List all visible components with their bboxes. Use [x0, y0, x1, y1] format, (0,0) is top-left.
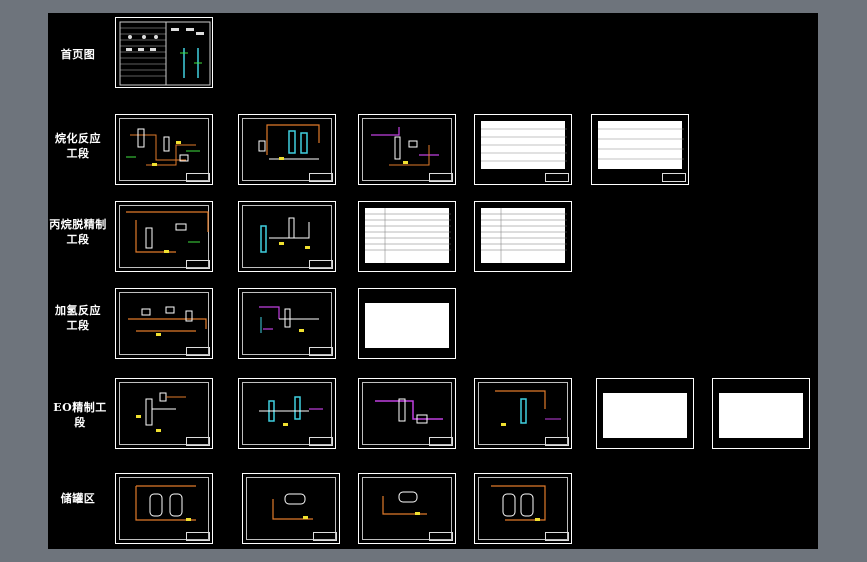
- drawing-sheet-alkylation-table-1[interactable]: [474, 114, 572, 185]
- drawing-sheet-tank-4[interactable]: [474, 473, 572, 544]
- drawing-canvas[interactable]: 首页图 烷化反应 工段 丙烷脱精制 工段 加氢反应 工段 EO精制工段 储罐区: [48, 13, 818, 549]
- drawing-sheet-eo-table-2[interactable]: [712, 378, 810, 449]
- drawing-sheet-hydrogenation-2[interactable]: [238, 288, 336, 359]
- drawing-sheet-eo-4[interactable]: [474, 378, 572, 449]
- drawing-sheet-alkylation-2[interactable]: [238, 114, 336, 185]
- row-label-propane-refining: 丙烷脱精制 工段: [49, 218, 107, 246]
- drawing-sheet-alkylation-3[interactable]: [358, 114, 456, 185]
- cover-sheet-graphic: [119, 21, 211, 86]
- pfd-graphic: [260, 217, 310, 253]
- row-label-cover: 首页图: [60, 48, 96, 61]
- drawing-sheet-alkylation-table-2[interactable]: [591, 114, 689, 185]
- pfd-graphic: [272, 493, 313, 520]
- drawing-sheet-propane-table-1[interactable]: [358, 201, 456, 272]
- row-label-hydrogenation: 加氢反应 工段: [55, 304, 101, 332]
- table-graphic: [481, 208, 567, 263]
- drawing-sheet-eo-1[interactable]: [115, 378, 213, 449]
- pfd-graphic: [136, 392, 186, 432]
- pfd-graphic: [126, 211, 209, 253]
- pfd-graphic: [128, 306, 207, 336]
- row-label-tank-farm: 储罐区: [60, 492, 96, 505]
- drawing-sheet-propane-1[interactable]: [115, 201, 213, 272]
- drawing-sheet-hydrogenation-1[interactable]: [115, 288, 213, 359]
- pfd-graphic: [371, 127, 439, 166]
- drawing-sheet-tank-1[interactable]: [115, 473, 213, 544]
- drawing-sheet-propane-table-2[interactable]: [474, 201, 572, 272]
- table-graphic: [365, 208, 451, 263]
- drawing-sheet-tank-3[interactable]: [358, 473, 456, 544]
- drawing-sheet-eo-2[interactable]: [238, 378, 336, 449]
- row-label-alkylation: 烷化反应 工段: [55, 132, 101, 160]
- pfd-graphic: [382, 491, 427, 515]
- row-label-eo-refining: EO精制工段: [53, 401, 107, 429]
- pfd-graphic: [491, 485, 546, 521]
- pfd-graphic: [259, 306, 319, 333]
- pfd-graphic: [126, 128, 200, 166]
- drawing-sheet-eo-table-1[interactable]: [596, 378, 694, 449]
- drawing-sheet-cover[interactable]: [115, 17, 213, 88]
- drawing-sheet-tank-2[interactable]: [242, 473, 340, 544]
- drawing-sheet-eo-3[interactable]: [358, 378, 456, 449]
- drawing-sheet-alkylation-1[interactable]: [115, 114, 213, 185]
- drawing-sheet-propane-2[interactable]: [238, 201, 336, 272]
- drawing-sheet-hydrogenation-table[interactable]: [358, 288, 456, 359]
- pfd-graphic: [135, 485, 196, 521]
- table-graphic: [598, 128, 684, 160]
- pfd-graphic: [259, 396, 323, 426]
- table-graphic: [481, 128, 567, 162]
- pfd-graphic: [375, 398, 443, 424]
- pfd-graphic: [258, 124, 320, 160]
- pfd-graphic: [495, 390, 561, 426]
